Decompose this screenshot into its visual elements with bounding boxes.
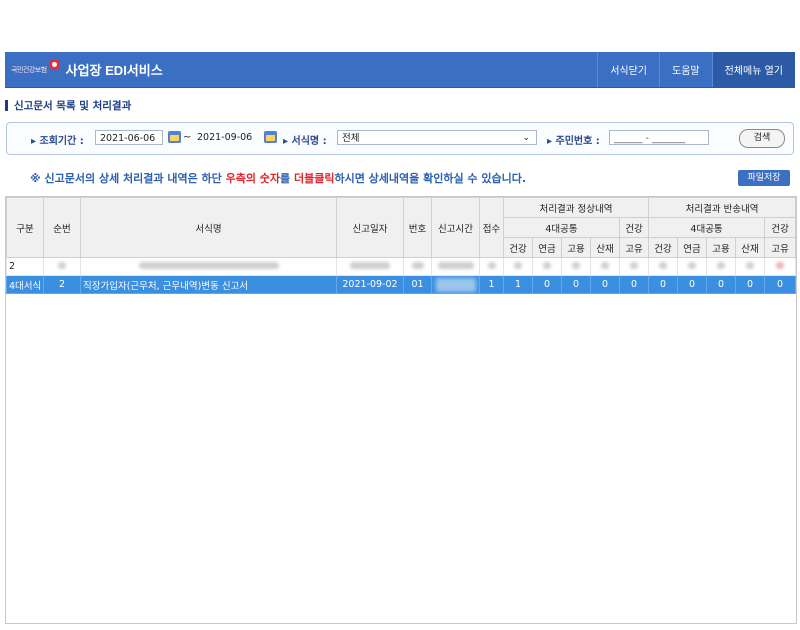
col-return-group: 처리결과 반송내역 bbox=[648, 197, 796, 218]
section-title-text: 신고문서 목록 및 처리결과 bbox=[14, 100, 132, 112]
result-table: 구분 순번 서식명 신고일자 번호 신고시간 접수 처리결과 정상내역 처리결과… bbox=[6, 197, 796, 294]
date-from-input[interactable]: 2021-06-06 bbox=[95, 130, 163, 145]
help-link[interactable]: 도움말 bbox=[659, 52, 712, 87]
cell-receipt[interactable]: 1 bbox=[479, 275, 504, 294]
notice-mid: 를 bbox=[280, 172, 294, 185]
cell-return-employment[interactable]: 0 bbox=[706, 275, 737, 294]
cell-blurred bbox=[706, 257, 737, 276]
col-number: 번호 bbox=[403, 197, 432, 258]
col-report-time: 신고시간 bbox=[431, 197, 480, 258]
col-return-sub-pension: 연금 bbox=[677, 237, 708, 258]
cell-blurred bbox=[503, 257, 533, 276]
id-label-text: 주민번호 : bbox=[555, 136, 600, 147]
result-grid: 구분 순번 서식명 신고일자 번호 신고시간 접수 처리결과 정상내역 처리결과… bbox=[5, 196, 797, 624]
cell-normal-health[interactable]: 1 bbox=[503, 275, 533, 294]
cell-gubun[interactable]: 4대서식 bbox=[6, 275, 44, 294]
table-row-blurred[interactable]: 2 bbox=[6, 257, 796, 276]
table-row-selected[interactable]: 4대서식 2 직장가입자(근무처, 근무내역)변동 신고서 2021-09-02… bbox=[6, 275, 796, 294]
cell-blurred bbox=[43, 257, 81, 276]
calendar-to-icon[interactable] bbox=[264, 131, 277, 143]
period-label-text: 조회기간 : bbox=[39, 136, 84, 147]
top-bar: 국민건강보험 사업장 EDI서비스 서식닫기 도움말 전체메뉴 열기 bbox=[5, 52, 795, 88]
app-title: 사업장 EDI서비스 bbox=[65, 63, 163, 78]
form-select-value: 전체 bbox=[342, 133, 360, 144]
cell-gubun: 2 bbox=[6, 257, 44, 276]
period-label: ▸ 조회기간 : bbox=[31, 136, 84, 147]
cell-report-date[interactable]: 2021-09-02 bbox=[336, 275, 404, 294]
cell-blurred bbox=[590, 257, 620, 276]
date-to-input[interactable]: 2021-09-06 bbox=[193, 130, 261, 145]
cell-return-pension[interactable]: 0 bbox=[677, 275, 708, 294]
col-return-sub-employment: 고용 bbox=[706, 237, 737, 258]
col-return-health: 건강 bbox=[764, 217, 796, 238]
form-select[interactable]: 전체 ⌄ bbox=[337, 130, 537, 145]
cell-blurred bbox=[336, 257, 404, 276]
col-return-sub-health: 건강 bbox=[648, 237, 679, 258]
col-report-date: 신고일자 bbox=[336, 197, 404, 258]
col-normal-four-common: 4대공통 bbox=[503, 217, 620, 238]
section-title: 신고문서 목록 및 처리결과 bbox=[5, 98, 131, 113]
chevron-down-icon: ⌄ bbox=[522, 133, 530, 143]
section-bar-icon bbox=[5, 100, 8, 111]
cell-sunbun[interactable]: 2 bbox=[43, 275, 81, 294]
col-normal-group: 처리결과 정상내역 bbox=[502, 197, 650, 218]
logo-text: 국민건강보험 bbox=[11, 65, 47, 74]
notice-suffix: 하시면 상세내역을 확인하실 수 있습니다. bbox=[334, 172, 527, 185]
nhis-logo: 국민건강보험 사업장 EDI서비스 bbox=[11, 52, 163, 87]
col-normal-health: 건강 bbox=[618, 217, 650, 238]
cell-blurred bbox=[80, 257, 337, 276]
close-form-link[interactable]: 서식닫기 bbox=[597, 52, 659, 87]
col-form-name: 서식명 bbox=[80, 197, 337, 258]
cell-return-accident[interactable]: 0 bbox=[735, 275, 766, 294]
search-panel: ▸ 조회기간 : 2021-06-06 ~ 2021-09-06 ▸ 서식명 :… bbox=[6, 122, 794, 155]
cell-return-health[interactable]: 0 bbox=[648, 275, 679, 294]
col-receipt: 접수 bbox=[479, 197, 504, 258]
cell-number[interactable]: 01 bbox=[403, 275, 432, 294]
col-return-sub-accident: 산재 bbox=[735, 237, 766, 258]
cell-normal-pension[interactable]: 0 bbox=[532, 275, 562, 294]
file-save-button[interactable]: 파일저장 bbox=[738, 170, 790, 186]
col-sunbun: 순번 bbox=[43, 197, 81, 258]
cell-blurred bbox=[648, 257, 679, 276]
cell-blurred bbox=[618, 257, 650, 276]
cell-normal-own[interactable]: 0 bbox=[618, 275, 650, 294]
search-button[interactable]: 검색 bbox=[739, 129, 785, 148]
calendar-from-icon[interactable] bbox=[168, 131, 181, 143]
id-label: ▸ 주민번호 : bbox=[547, 136, 600, 147]
col-return-sub-own: 고유 bbox=[764, 237, 796, 258]
notice-prefix: ※ 신고문서의 상세 처리결과 내역은 하단 bbox=[30, 172, 226, 185]
cell-blurred bbox=[479, 257, 504, 276]
notice-red-2: 더블클릭 bbox=[293, 172, 335, 185]
logo-pin-icon bbox=[48, 59, 60, 70]
open-all-menu-link[interactable]: 전체메뉴 열기 bbox=[711, 52, 795, 87]
col-normal-sub-health: 건강 bbox=[503, 237, 533, 258]
cell-normal-employment[interactable]: 0 bbox=[561, 275, 591, 294]
col-normal-sub-accident: 산재 bbox=[590, 237, 620, 258]
redacted-time bbox=[435, 277, 476, 292]
col-gubun: 구분 bbox=[6, 197, 44, 258]
cell-blurred bbox=[403, 257, 432, 276]
cell-blurred bbox=[561, 257, 591, 276]
cell-blurred bbox=[532, 257, 562, 276]
resident-number-input[interactable]: ______ - _______ bbox=[609, 130, 709, 145]
col-normal-sub-employment: 고용 bbox=[561, 237, 591, 258]
cell-blurred bbox=[735, 257, 766, 276]
cell-normal-accident[interactable]: 0 bbox=[590, 275, 620, 294]
notice-text: ※ 신고문서의 상세 처리결과 내역은 하단 우측의 숫자를 더블클릭하시면 상… bbox=[30, 170, 526, 186]
cell-report-time[interactable] bbox=[431, 275, 480, 294]
tilde-separator: ~ bbox=[183, 132, 192, 143]
col-normal-sub-pension: 연금 bbox=[532, 237, 562, 258]
col-normal-sub-own: 고유 bbox=[618, 237, 650, 258]
cell-return-own[interactable]: 0 bbox=[764, 275, 796, 294]
form-label-text: 서식명 : bbox=[291, 136, 327, 147]
cell-form-name[interactable]: 직장가입자(근무처, 근무내역)변동 신고서 bbox=[80, 275, 337, 294]
cell-blurred bbox=[677, 257, 708, 276]
notice-red-1: 우측의 숫자 bbox=[225, 172, 281, 185]
form-label: ▸ 서식명 : bbox=[283, 136, 327, 147]
col-return-four-common: 4대공통 bbox=[648, 217, 766, 238]
cell-blurred bbox=[764, 257, 796, 276]
cell-blurred bbox=[431, 257, 480, 276]
